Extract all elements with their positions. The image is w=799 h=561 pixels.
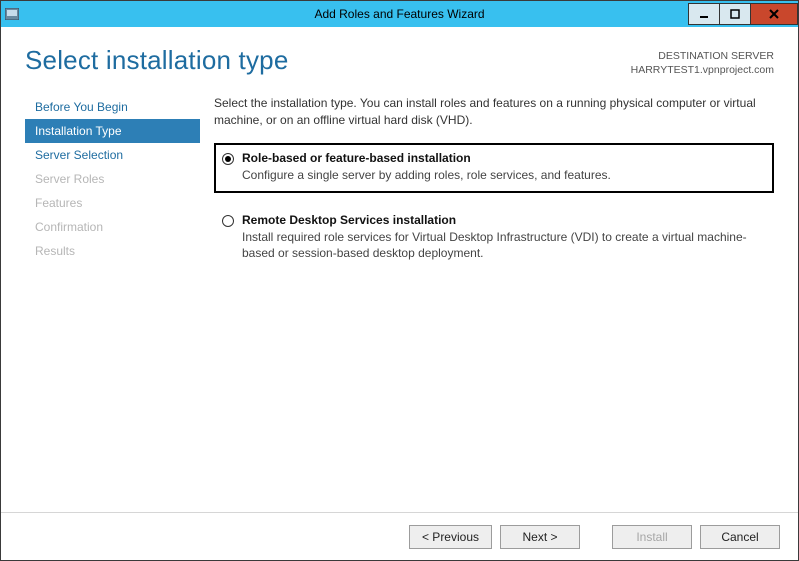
option-description: Install required role services for Virtu… [242,229,764,261]
page-title: Select installation type [25,45,289,76]
installation-type-options: Role-based or feature-based installation… [214,143,774,272]
option-description: Configure a single server by adding role… [242,167,611,183]
maximize-button[interactable] [719,3,751,25]
option-title: Remote Desktop Services installation [242,213,764,227]
nav-features: Features [25,191,200,215]
nav-confirmation: Confirmation [25,215,200,239]
wizard-nav: Before You Begin Installation Type Serve… [25,87,200,512]
next-button[interactable]: Next > [500,525,580,549]
destination-info: DESTINATION SERVER HARRYTEST1.vpnproject… [631,45,774,77]
option-role-based[interactable]: Role-based or feature-based installation… [214,143,774,193]
nav-before-you-begin[interactable]: Before You Begin [25,95,200,119]
radio-role-based[interactable] [222,153,234,165]
radio-remote-desktop[interactable] [222,215,234,227]
close-button[interactable] [750,3,798,25]
cancel-button[interactable]: Cancel [700,525,780,549]
header: Select installation type DESTINATION SER… [1,27,798,87]
wizard-window: Add Roles and Features Wizard Select ins… [0,0,799,561]
window-controls [689,3,798,25]
nav-installation-type[interactable]: Installation Type [25,119,200,143]
nav-results: Results [25,239,200,263]
option-title: Role-based or feature-based installation [242,151,611,165]
option-text: Role-based or feature-based installation… [242,151,611,183]
minimize-button[interactable] [688,3,720,25]
previous-button[interactable]: < Previous [409,525,492,549]
app-icon [1,8,23,20]
nav-server-selection[interactable]: Server Selection [25,143,200,167]
footer: < Previous Next > Install Cancel [1,512,798,560]
intro-text: Select the installation type. You can in… [214,95,774,129]
nav-server-roles: Server Roles [25,167,200,191]
window-title: Add Roles and Features Wizard [1,7,798,21]
titlebar: Add Roles and Features Wizard [1,1,798,27]
content: Select the installation type. You can in… [200,87,774,512]
option-text: Remote Desktop Services installation Ins… [242,213,764,261]
destination-value: HARRYTEST1.vpnproject.com [631,63,774,77]
body: Before You Begin Installation Type Serve… [1,87,798,512]
destination-label: DESTINATION SERVER [631,49,774,63]
install-button: Install [612,525,692,549]
option-remote-desktop[interactable]: Remote Desktop Services installation Ins… [214,205,774,271]
